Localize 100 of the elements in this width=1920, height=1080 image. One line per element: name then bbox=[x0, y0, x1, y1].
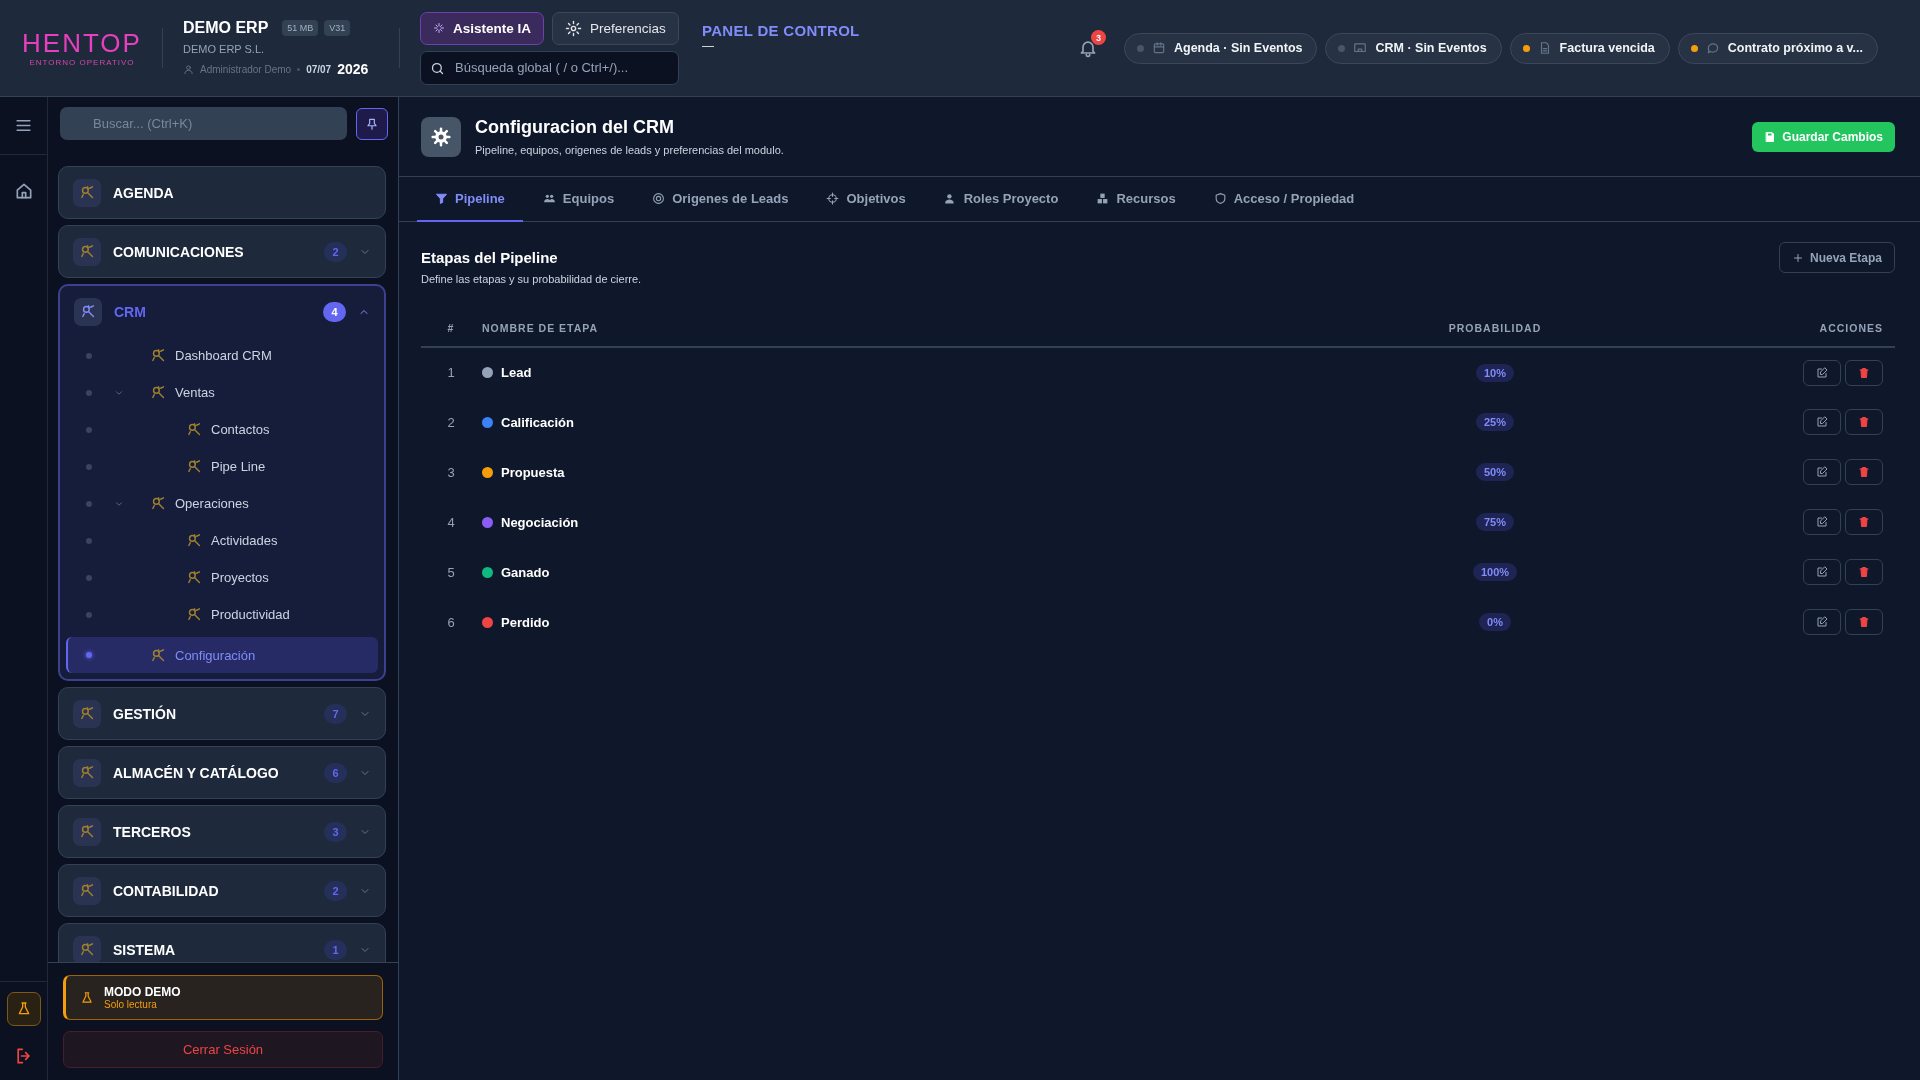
logout-button[interactable]: Cerrar Sesión bbox=[63, 1031, 383, 1068]
pin-button[interactable] bbox=[356, 107, 388, 140]
funnel-icon bbox=[435, 192, 448, 205]
tab[interactable]: Acceso / Propiedad bbox=[1195, 177, 1373, 222]
delete-button[interactable] bbox=[1845, 559, 1883, 585]
status-chip[interactable]: CRM · Sin Eventos bbox=[1325, 32, 1502, 64]
section-header[interactable]: CRM 4 bbox=[60, 286, 384, 337]
trash-icon bbox=[1858, 366, 1870, 379]
probability-badge: 75% bbox=[1476, 513, 1514, 531]
tab[interactable]: Objetivos bbox=[808, 177, 924, 222]
nav-item[interactable]: Pipe Line bbox=[66, 448, 378, 485]
demo-subtitle: Solo lectura bbox=[104, 999, 158, 1010]
status-chip[interactable]: Contrato próximo a v... bbox=[1677, 32, 1878, 64]
notifications-button[interactable] bbox=[1078, 38, 1098, 58]
target-icon bbox=[652, 192, 666, 205]
module-icon bbox=[186, 606, 203, 623]
table-cell-text: 3 bbox=[446, 463, 456, 482]
global-search-field[interactable]: Búsqueda global ( / o Ctrl+/)... bbox=[420, 50, 679, 85]
nav-item[interactable]: Actividades bbox=[66, 522, 378, 559]
edit-button[interactable] bbox=[1803, 459, 1841, 485]
new-stage-button[interactable]: Nueva Etapa bbox=[1778, 242, 1895, 273]
tab[interactable]: Origenes de Leads bbox=[634, 177, 807, 222]
table-cell-text: 5 bbox=[446, 563, 456, 582]
page-title: Configuracion del CRM bbox=[475, 117, 675, 138]
nav-item[interactable]: Productividad bbox=[66, 596, 378, 633]
count-badge: 7 bbox=[324, 703, 347, 724]
column-header: NOMBRE DE ETAPA bbox=[481, 309, 1395, 347]
stage-name: Lead bbox=[501, 365, 532, 380]
people-icon bbox=[542, 192, 556, 205]
module-icon bbox=[78, 941, 96, 958]
tab[interactable]: Roles Proyecto bbox=[925, 177, 1077, 222]
stage-name: Negociación bbox=[501, 514, 579, 530]
edit-button[interactable] bbox=[1803, 509, 1841, 535]
delete-button[interactable] bbox=[1845, 609, 1883, 635]
year-text: 2026 bbox=[337, 61, 369, 77]
tab[interactable]: Equipos bbox=[524, 177, 633, 222]
section-header[interactable]: SISTEMA 1 bbox=[59, 924, 385, 962]
column-header: PROBABILIDAD bbox=[1395, 309, 1595, 347]
trash-icon bbox=[1858, 416, 1870, 428]
probability-badge: 50% bbox=[1476, 463, 1514, 481]
module-icon bbox=[186, 569, 203, 586]
demo-mode-button[interactable] bbox=[6, 992, 41, 1026]
module-icon bbox=[186, 421, 203, 438]
probability-badge: 100% bbox=[1472, 563, 1518, 581]
pin-icon bbox=[365, 116, 379, 131]
person-icon bbox=[943, 192, 957, 205]
count-badge: 6 bbox=[324, 762, 347, 783]
tab[interactable]: Pipeline bbox=[417, 177, 523, 222]
save-icon bbox=[1764, 130, 1777, 143]
status-chip[interactable]: Agenda · Sin Eventos bbox=[1124, 32, 1318, 64]
notification-count: 3 bbox=[1091, 30, 1106, 45]
module-icon bbox=[150, 347, 167, 364]
delete-button[interactable] bbox=[1845, 509, 1883, 535]
edit-icon bbox=[1816, 416, 1828, 428]
probability-badge: 10% bbox=[1476, 363, 1514, 382]
table-cell-text: 2 bbox=[446, 413, 456, 432]
demo-title: MODO DEMO bbox=[104, 985, 181, 999]
section-header[interactable]: GESTIÓN 7 bbox=[59, 688, 385, 739]
probability-badge: 25% bbox=[1476, 413, 1514, 431]
section-title: Etapas del Pipeline bbox=[421, 249, 559, 266]
nav-item[interactable]: Configuración bbox=[66, 637, 378, 673]
cubes-icon bbox=[1096, 192, 1110, 205]
bullet-dot bbox=[86, 352, 92, 359]
bullet-dot bbox=[86, 426, 92, 433]
nav-item[interactable]: Operaciones bbox=[66, 485, 378, 522]
edit-button[interactable] bbox=[1803, 409, 1841, 435]
preferences-button[interactable]: Preferencias bbox=[552, 11, 679, 45]
delete-button[interactable] bbox=[1845, 359, 1883, 386]
chip-label: Contrato próximo a v... bbox=[1727, 41, 1863, 55]
edit-button[interactable] bbox=[1803, 359, 1841, 386]
section-header[interactable]: CONTABILIDAD 2 bbox=[59, 865, 385, 916]
section-header[interactable]: AGENDA bbox=[59, 167, 385, 218]
nav-item[interactable]: Dashboard CRM bbox=[66, 337, 378, 374]
delete-button[interactable] bbox=[1845, 409, 1883, 435]
sidebar-search-field[interactable]: Buscar... (Ctrl+K) bbox=[60, 107, 347, 140]
assistant-button[interactable]: Asistente IA bbox=[420, 11, 545, 45]
bullet-dot bbox=[86, 389, 92, 396]
table-cell-text: 4 bbox=[446, 513, 456, 532]
delete-button[interactable] bbox=[1845, 459, 1883, 485]
nav-item[interactable]: Proyectos bbox=[66, 559, 378, 596]
crosshair-icon bbox=[826, 192, 840, 205]
user-icon bbox=[183, 63, 194, 75]
module-icon bbox=[150, 646, 167, 664]
bullet-dot bbox=[86, 652, 92, 658]
edit-icon bbox=[1816, 616, 1828, 628]
screen-icon bbox=[1353, 41, 1368, 55]
date-text: 07/07 bbox=[306, 63, 332, 75]
edit-button[interactable] bbox=[1803, 609, 1841, 635]
calendar-icon bbox=[1152, 41, 1166, 55]
info-badge: 51 MB bbox=[282, 20, 319, 36]
section-header[interactable]: ALMACÉN Y CATÁLOGO 6 bbox=[59, 747, 385, 798]
trash-icon bbox=[1858, 566, 1870, 578]
section-header[interactable]: TERCEROS 3 bbox=[59, 806, 385, 857]
page-subtitle: Pipeline, equipos, origenes de leads y preferencias del modulo. bbox=[475, 144, 785, 156]
nav-item[interactable]: Contactos bbox=[66, 411, 378, 448]
edit-button[interactable] bbox=[1803, 559, 1841, 585]
section-header[interactable]: COMUNICACIONES 2 bbox=[59, 226, 385, 277]
tab[interactable]: Recursos bbox=[1078, 177, 1194, 222]
nav-item[interactable]: Ventas bbox=[66, 374, 378, 411]
status-chip[interactable]: Factura vencida bbox=[1509, 32, 1670, 64]
